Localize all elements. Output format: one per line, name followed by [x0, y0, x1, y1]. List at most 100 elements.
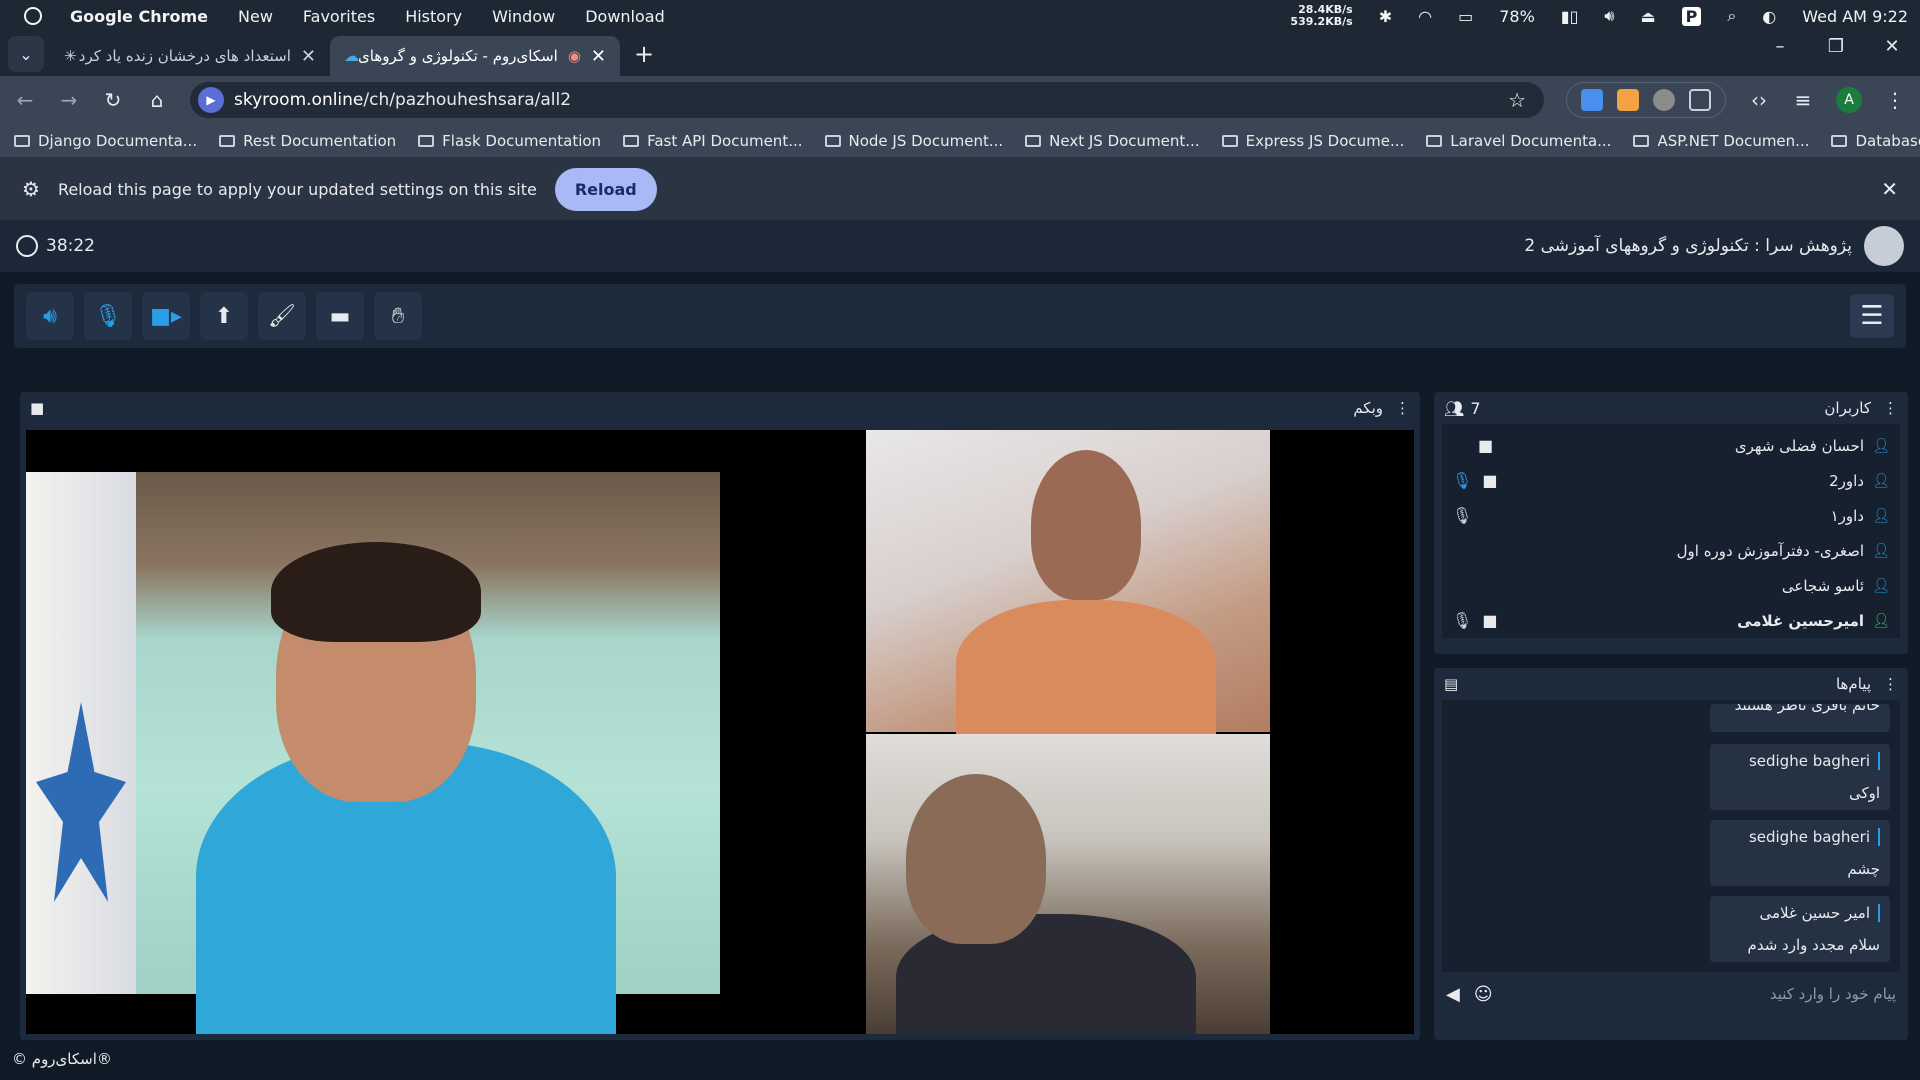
- menu-window[interactable]: Window: [492, 7, 555, 26]
- eject-icon[interactable]: ⏏: [1640, 7, 1655, 26]
- bookmark-item[interactable]: Express JS Docume...: [1221, 131, 1405, 150]
- menu-download[interactable]: Download: [585, 7, 665, 26]
- video-tile[interactable]: [866, 734, 1270, 1034]
- extension-1-icon[interactable]: [1581, 89, 1603, 111]
- bookmark-item[interactable]: Node JS Document...: [824, 131, 1004, 150]
- control-center-icon[interactable]: ◐: [1762, 7, 1776, 26]
- extension-3-icon[interactable]: [1653, 89, 1675, 111]
- system-clock[interactable]: Wed AM 9:22: [1802, 7, 1908, 26]
- message-list[interactable]: خانم باقری ناظر هستند sedighe bagheri او…: [1442, 700, 1900, 972]
- media-control-icon[interactable]: ≡: [1792, 88, 1814, 112]
- extension-2-icon[interactable]: [1617, 89, 1639, 111]
- tab-close-icon[interactable]: ✕: [591, 46, 606, 67]
- microphone-icon: 🎙︎: [1452, 471, 1473, 490]
- back-icon[interactable]: ←: [14, 88, 36, 112]
- folder-icon: [418, 134, 435, 147]
- raise-hand-button[interactable]: ✋︎: [374, 292, 422, 340]
- tab-1[interactable]: ✳ استعداد های درخشان زنده یاد کرد ✕: [50, 36, 330, 76]
- recording-icon: ◉: [567, 47, 581, 65]
- search-icon[interactable]: ⌕: [1727, 6, 1736, 26]
- restore-icon[interactable]: ❐: [1808, 36, 1864, 57]
- panel-more-icon[interactable]: ⋮: [1883, 399, 1898, 417]
- new-tab-icon[interactable]: +: [634, 40, 654, 68]
- emoji-icon[interactable]: ☺: [1474, 984, 1493, 1005]
- message-input[interactable]: پیام خود را وارد کنید: [1770, 985, 1896, 1003]
- screen-share-button[interactable]: ⬆: [200, 292, 248, 340]
- webcam-panel-header: ⋮ وبکم ■: [20, 392, 1420, 424]
- messages-panel-title: پیام‌ها: [1835, 675, 1871, 693]
- bookmark-label: Next JS Document...: [1049, 131, 1200, 150]
- tab-search-button[interactable]: ⌄: [8, 36, 44, 72]
- files-button[interactable]: ▬: [316, 292, 364, 340]
- battery-icon[interactable]: ▮▯: [1561, 7, 1579, 26]
- battery-percent[interactable]: 78%: [1499, 7, 1535, 26]
- infobar-message: Reload this page to apply your updated s…: [57, 179, 537, 199]
- wifi-icon[interactable]: ◠: [1418, 7, 1432, 26]
- tab-2[interactable]: ☁ اسکای‌روم - تکنولوژی و گروهای ◉ ✕: [330, 36, 620, 76]
- devtools-icon[interactable]: ‹›: [1748, 88, 1770, 112]
- participant-hair: [271, 542, 481, 642]
- user-icon: 👤︎: [1872, 542, 1890, 559]
- user-row[interactable]: 👤︎ امیرحسین غلامی 🎙︎ ■: [1442, 603, 1900, 638]
- system-logo-icon[interactable]: [24, 7, 42, 25]
- user-row[interactable]: 👤︎ داور2 🎙︎ ■: [1442, 463, 1900, 498]
- more-menu-icon[interactable]: ⋮: [1884, 88, 1906, 112]
- whiteboard-button[interactable]: 🖌︎: [258, 292, 306, 340]
- bookmark-item[interactable]: Fast API Document...: [623, 131, 803, 150]
- chevron-down-icon: ⌄: [19, 44, 33, 64]
- panel-more-icon[interactable]: ⋮: [1395, 399, 1410, 417]
- microphone-button[interactable]: 🎙︎: [84, 292, 132, 340]
- user-row[interactable]: 👤︎ ئاسو شجاعی: [1442, 568, 1900, 603]
- infobar-close-icon[interactable]: ✕: [1881, 177, 1898, 201]
- message-text: سلام مجدد وارد شدم: [1747, 936, 1880, 954]
- site-info-icon[interactable]: ▶: [198, 87, 224, 113]
- user-avatar[interactable]: [1864, 226, 1904, 266]
- user-row[interactable]: 👤︎ داور۱ 🎙︎: [1442, 498, 1900, 533]
- bookmark-star-icon[interactable]: ☆: [1508, 88, 1526, 112]
- reload-icon[interactable]: ↻: [102, 88, 124, 112]
- bookmark-label: Node JS Document...: [848, 131, 1004, 150]
- bookmark-label: Fast API Document...: [647, 131, 803, 150]
- bookmark-item[interactable]: Next JS Document...: [1025, 131, 1200, 150]
- camera-button[interactable]: ■▸: [142, 292, 190, 340]
- reload-button[interactable]: Reload: [554, 167, 657, 211]
- minimize-icon[interactable]: –: [1752, 36, 1808, 57]
- forward-icon[interactable]: →: [58, 88, 80, 112]
- folder-icon: [623, 134, 640, 147]
- bookmark-item[interactable]: ASP.NET Documen...: [1633, 132, 1809, 150]
- menu-new[interactable]: New: [238, 7, 273, 26]
- bookmark-item[interactable]: Rest Documentation: [219, 132, 396, 150]
- video-tile[interactable]: [26, 472, 720, 1034]
- menu-app-name[interactable]: Google Chrome: [70, 7, 208, 26]
- tab-close-icon[interactable]: ✕: [301, 46, 316, 67]
- speaker-button[interactable]: 🔊︎: [26, 292, 74, 340]
- menu-button[interactable]: ☰: [1850, 294, 1894, 338]
- bookmark-item[interactable]: Flask Documentation: [418, 132, 601, 150]
- message-text: خانم باقری ناظر هستند: [1734, 704, 1880, 714]
- menu-favorites[interactable]: Favorites: [303, 7, 375, 26]
- extensions-puzzle-icon[interactable]: [1689, 89, 1711, 111]
- user-row[interactable]: 👤︎ اصغری- دفترآموزش دوره اول: [1442, 533, 1900, 568]
- menu-history[interactable]: History: [405, 7, 462, 26]
- user-row[interactable]: 👤︎ احسان فضلی شهری ■: [1442, 428, 1900, 463]
- send-icon[interactable]: ◀: [1446, 984, 1460, 1005]
- close-window-icon[interactable]: ✕: [1864, 36, 1920, 57]
- address-bar[interactable]: ▶ skyroom.online/ch/pazhouheshsara/all2 …: [190, 82, 1544, 118]
- display-icon[interactable]: ▭: [1458, 7, 1473, 26]
- bluetooth-icon[interactable]: ✱: [1379, 7, 1392, 26]
- volume-icon[interactable]: 🔊︎: [1604, 6, 1614, 26]
- bookmark-item[interactable]: Database: [1831, 132, 1920, 150]
- parking-icon[interactable]: P: [1681, 6, 1702, 26]
- profile-avatar[interactable]: A: [1836, 87, 1862, 113]
- microphone-icon: 🎙︎: [1452, 506, 1473, 525]
- panel-more-icon[interactable]: ⋮: [1883, 675, 1898, 693]
- bookmark-label: Express JS Docume...: [1245, 131, 1405, 150]
- home-icon[interactable]: ⌂: [146, 88, 168, 112]
- hand-icon: ✋︎: [391, 303, 405, 329]
- video-tile[interactable]: [866, 430, 1270, 740]
- users-panel: ⋮ کاربران 7 👥︎ 👤︎ احسان فضلی شهری ■ 👤︎ د…: [1434, 392, 1908, 654]
- bookmark-item[interactable]: Laravel Documenta...: [1426, 132, 1611, 150]
- bookmark-item[interactable]: Django Documenta...: [14, 132, 197, 150]
- bookmark-label: Laravel Documenta...: [1450, 131, 1612, 150]
- network-speed: 28.4KB/s 539.2KB/s: [1290, 4, 1352, 28]
